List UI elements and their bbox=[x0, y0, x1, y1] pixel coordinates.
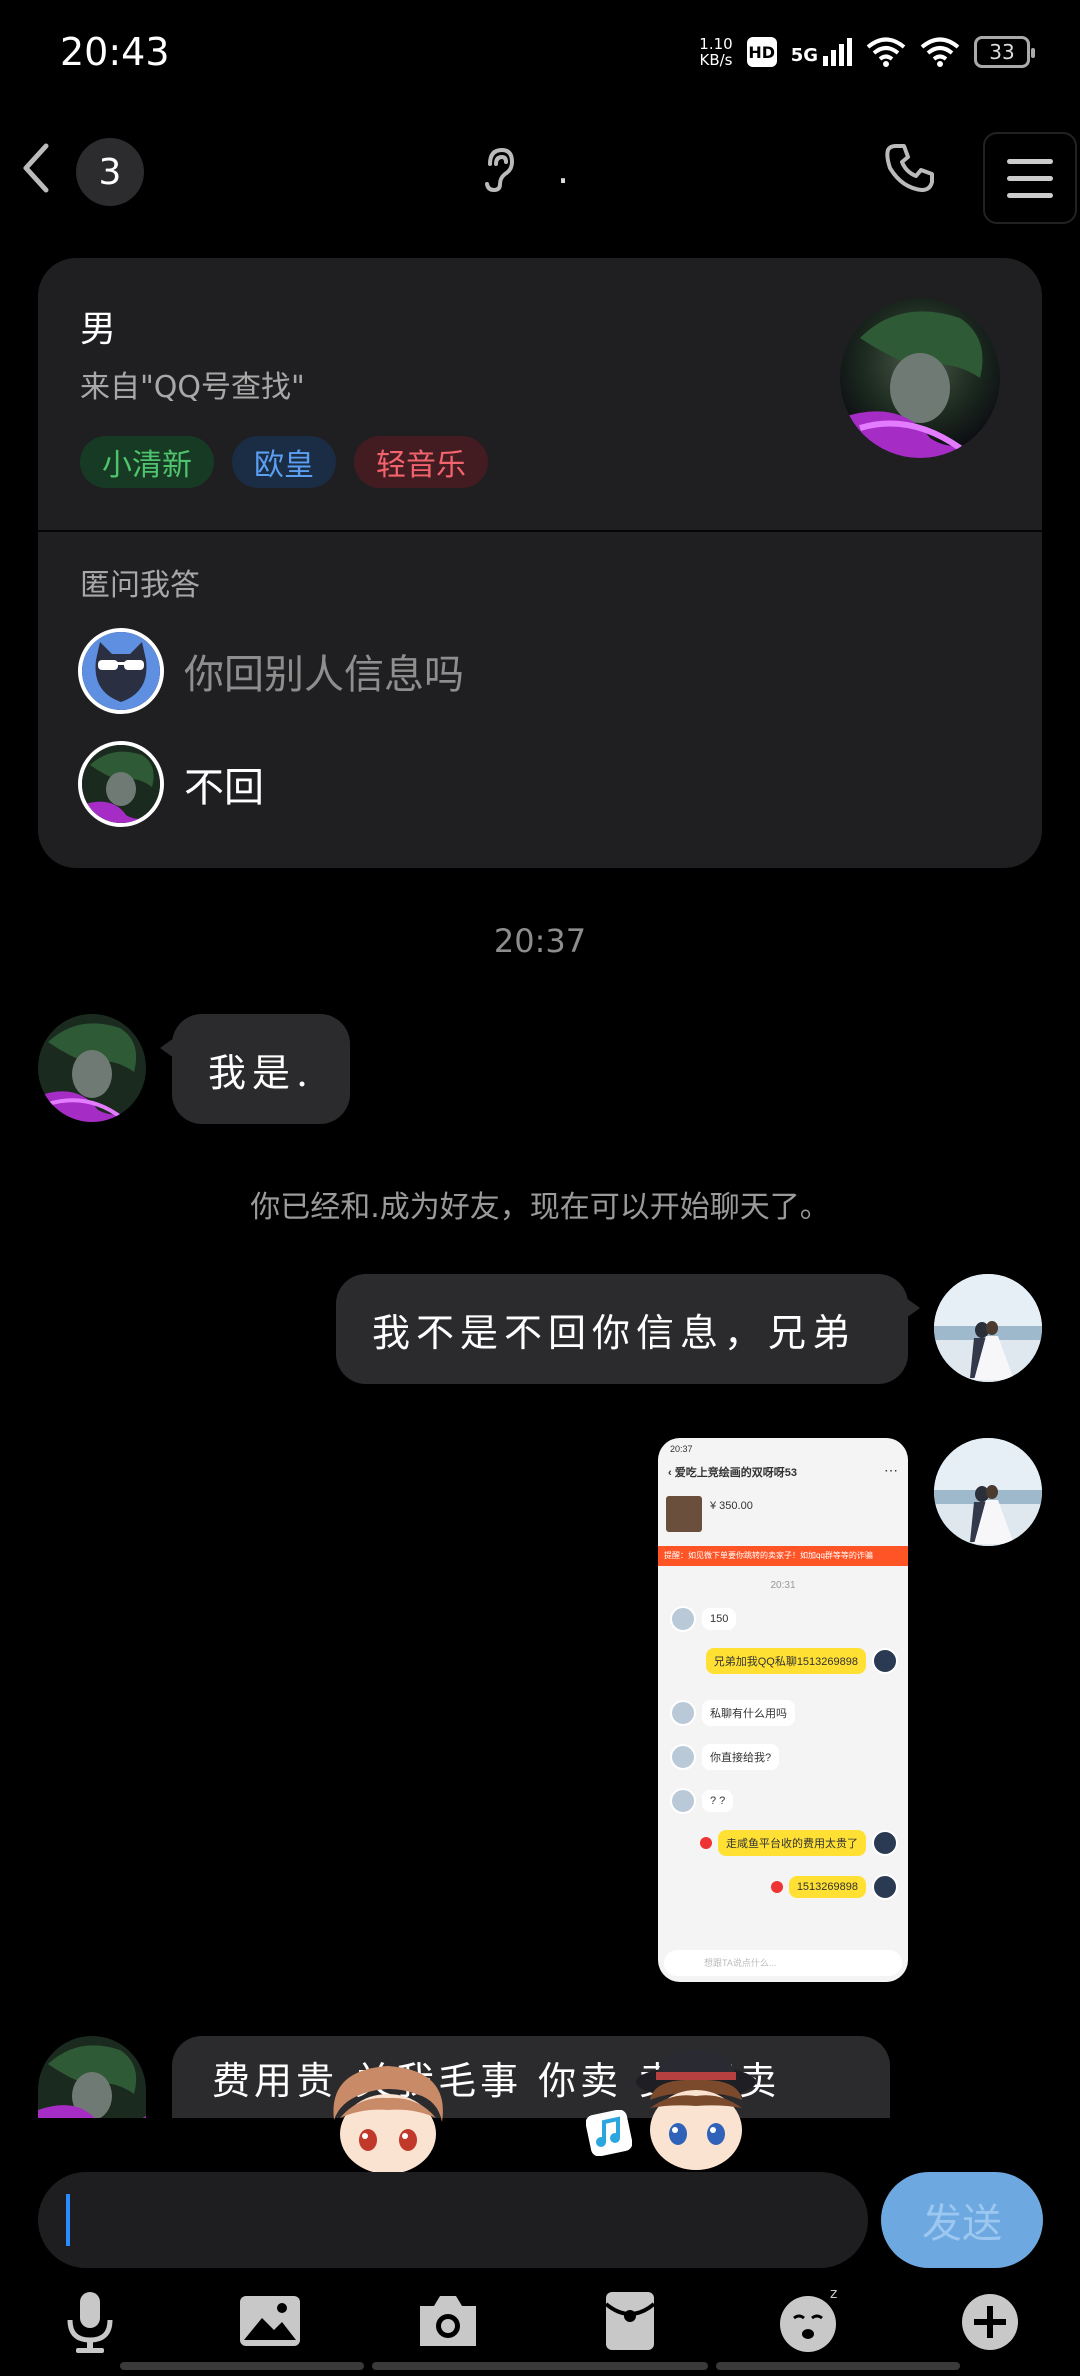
plus-icon[interactable] bbox=[956, 2286, 1024, 2354]
qa-title: 匿问我答 bbox=[80, 568, 200, 603]
send-button[interactable]: 发送 bbox=[881, 2172, 1043, 2268]
image-icon[interactable] bbox=[236, 2286, 304, 2354]
avatar bbox=[78, 741, 164, 827]
image-menu: ⋯ bbox=[884, 1462, 898, 1478]
input-toolbar: z bbox=[0, 2286, 1080, 2356]
image-chat-row: 兄弟加我QQ私聊1513269898 bbox=[705, 1648, 898, 1674]
cartoon-boy-sticker bbox=[333, 2066, 443, 2172]
red-packet-icon[interactable] bbox=[596, 2286, 664, 2354]
emoji-icon[interactable]: z bbox=[776, 2286, 844, 2354]
avatar[interactable] bbox=[38, 1014, 146, 1122]
divider bbox=[38, 530, 1042, 532]
wifi-icon bbox=[866, 37, 906, 67]
profile-card: 男 来自"QQ号查找" 小清新 欧皇 轻音乐 匿问我答 你回别人信息吗 不回 bbox=[38, 258, 1042, 868]
qa-answer[interactable]: 不回 bbox=[78, 741, 264, 827]
menu-icon[interactable] bbox=[983, 132, 1077, 224]
qa-question-text: 你回别人信息吗 bbox=[184, 652, 464, 698]
wifi-icon bbox=[920, 37, 960, 67]
message-timestamp: 20:37 bbox=[493, 922, 587, 960]
text-caret bbox=[66, 2194, 70, 2246]
chat-header: 3 . bbox=[0, 110, 1080, 230]
interest-tags: 小清新 欧皇 轻音乐 bbox=[80, 436, 488, 488]
cartoon-boy-hat-sticker bbox=[636, 2049, 756, 2170]
image-inner-time: 20:31 bbox=[770, 1580, 796, 1591]
network-speed: 1.10 KB/s bbox=[699, 35, 733, 69]
hd-icon: HD bbox=[746, 37, 777, 67]
avatar bbox=[78, 628, 164, 714]
message-bubble-outgoing[interactable]: 我不是不回你信息，兄弟 bbox=[336, 1274, 920, 1384]
home-indicator bbox=[716, 2362, 960, 2370]
camera-icon[interactable] bbox=[414, 2286, 482, 2354]
status-icons: 1.10 KB/s HD 5G 33 bbox=[699, 35, 1035, 69]
image-price: ¥ 350.00 bbox=[710, 1500, 753, 1512]
image-product-thumb bbox=[666, 1496, 702, 1532]
battery-icon: 33 bbox=[974, 36, 1035, 68]
signal-5g-icon: 5G bbox=[791, 38, 852, 66]
message-bubble-incoming[interactable]: 我是. bbox=[160, 1014, 350, 1124]
image-chat-row: 1513269898 bbox=[770, 1874, 898, 1900]
avatar[interactable] bbox=[840, 298, 1000, 458]
avatar[interactable] bbox=[38, 2036, 146, 2118]
tag[interactable]: 欧皇 bbox=[232, 436, 336, 488]
image-message[interactable]: 20:37 ‹ 爱吃上竞绘画的双呀呀53 ⋯ ¥ 350.00 提醒：如见微下单… bbox=[658, 1438, 908, 1982]
tag[interactable]: 轻音乐 bbox=[354, 436, 488, 488]
system-message: 你已经和.成为好友，现在可以开始聊天了。 bbox=[250, 1190, 830, 1225]
message-input[interactable] bbox=[38, 2172, 868, 2268]
image-chat-row: 走咸鱼平台收的费用太贵了 bbox=[700, 1830, 898, 1856]
qa-question[interactable]: 你回别人信息吗 bbox=[78, 628, 464, 714]
image-chat-row: 你直接给我? bbox=[670, 1744, 780, 1770]
image-input-bar: 想跟TA说点什么... bbox=[664, 1950, 902, 1976]
status-bar: 20:43 1.10 KB/s HD 5G 33 bbox=[0, 0, 1080, 110]
friend-source: 来自"QQ号查找" bbox=[80, 370, 305, 405]
image-chat-row: 私聊有什么用吗 bbox=[670, 1700, 795, 1726]
image-chat-row: 150 bbox=[670, 1606, 737, 1632]
gender-label: 男 bbox=[80, 309, 117, 350]
message-bubble-incoming[interactable]: 费用贵 关我毛事 你卖 卖 不卖 bbox=[172, 2036, 890, 2118]
status-time: 20:43 bbox=[60, 30, 170, 74]
image-chat-row: ? ? bbox=[670, 1788, 734, 1814]
svg-text:z: z bbox=[830, 2286, 837, 2302]
image-status-time: 20:37 bbox=[670, 1444, 693, 1454]
avatar[interactable] bbox=[934, 1274, 1042, 1382]
microphone-icon[interactable] bbox=[56, 2286, 124, 2354]
image-title: ‹ 爱吃上竞绘画的双呀呀53 bbox=[668, 1467, 797, 1479]
tag[interactable]: 小清新 bbox=[80, 436, 214, 488]
image-warning-banner: 提醒：如见微下单要你跳转的卖家子！如加qq群等等的诈骗 bbox=[658, 1546, 908, 1566]
phone-icon[interactable] bbox=[884, 142, 936, 194]
qa-answer-text: 不回 bbox=[184, 765, 264, 811]
home-indicator bbox=[120, 2362, 364, 2370]
home-indicator bbox=[372, 2362, 708, 2370]
avatar[interactable] bbox=[934, 1438, 1042, 1546]
